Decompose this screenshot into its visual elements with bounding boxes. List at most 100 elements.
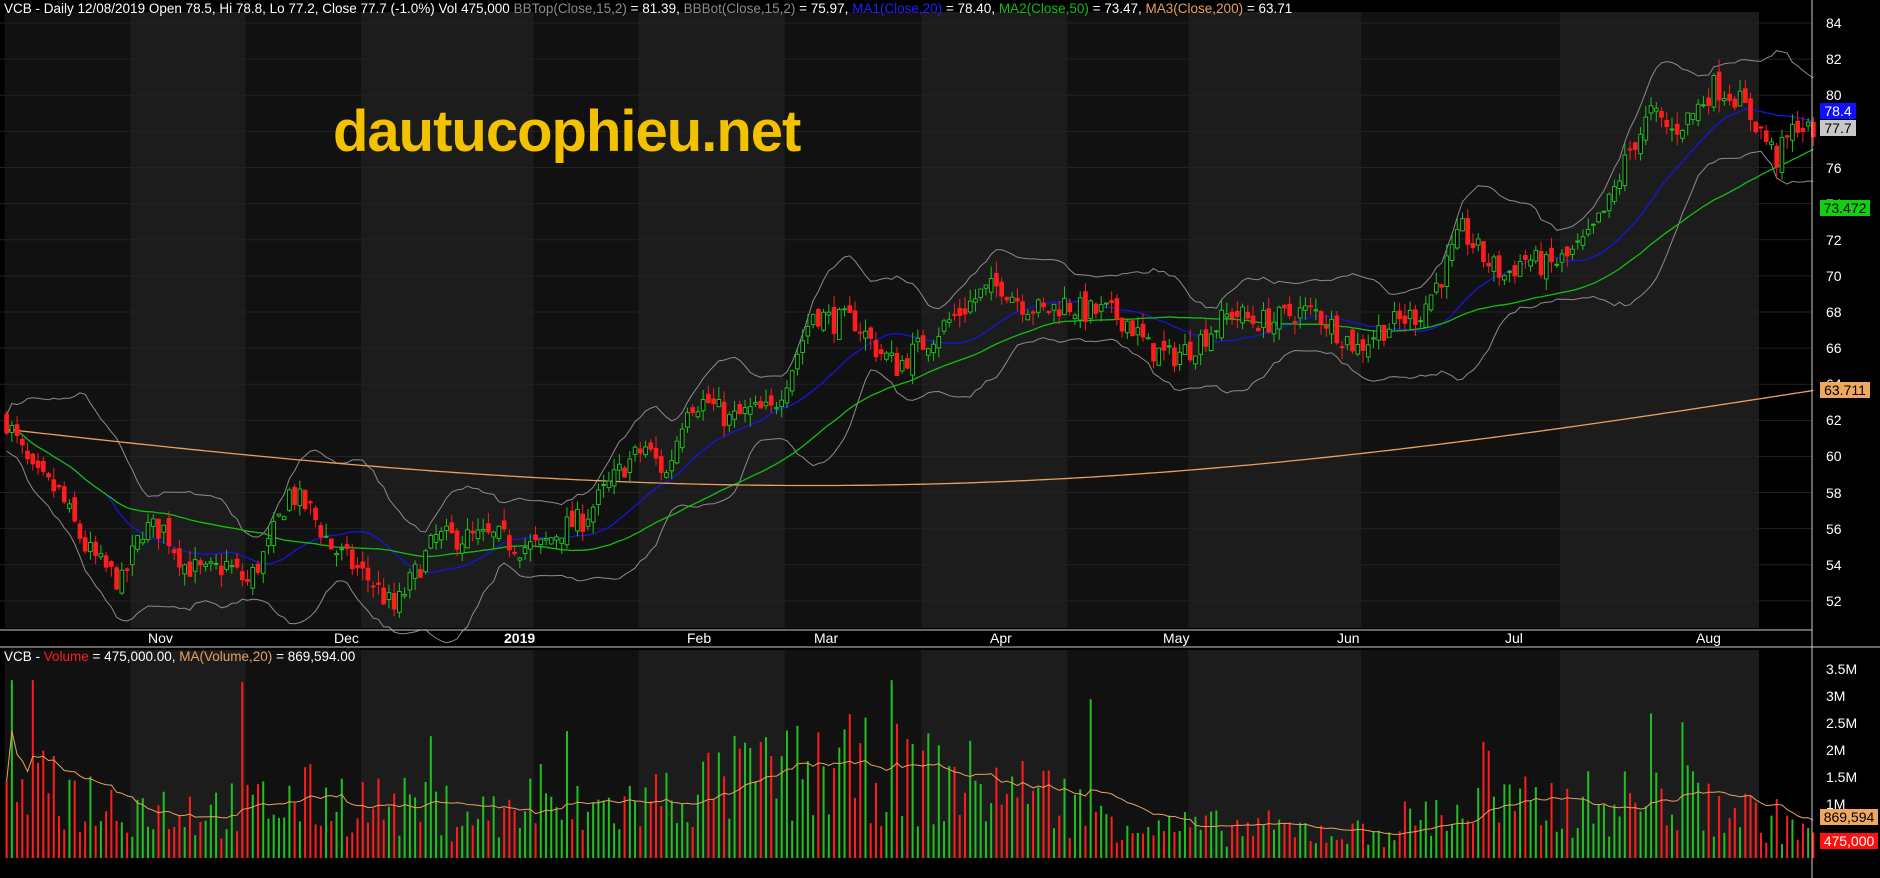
volume-bar	[712, 798, 715, 858]
volume-bar	[576, 786, 579, 858]
candle-body	[554, 536, 559, 541]
x-tick-label: 2019	[504, 630, 536, 646]
volume-bar	[1440, 815, 1443, 858]
volume-bar	[958, 814, 961, 858]
candle-body	[706, 393, 711, 403]
volume-bar	[330, 820, 333, 858]
volume-bar	[1665, 825, 1668, 858]
volume-bar	[681, 804, 684, 858]
candle-body	[1371, 337, 1376, 340]
volume-header: VCB - Volume = 475,000.00, MA(Volume,20)…	[4, 649, 355, 664]
candle-body	[56, 484, 62, 488]
candle-body	[318, 525, 324, 538]
candle-body	[732, 410, 737, 420]
candle-body	[1271, 321, 1277, 335]
candle-body	[412, 563, 418, 579]
candle-body	[1051, 303, 1057, 311]
volume-bar	[634, 801, 637, 858]
volume-bar	[471, 825, 474, 858]
volume-bar	[1540, 825, 1543, 858]
volume-bar	[1723, 832, 1726, 858]
volume-bar	[1252, 835, 1255, 858]
volume-bar	[1210, 811, 1213, 858]
volume-bar	[183, 827, 186, 858]
candle-body	[475, 529, 481, 540]
candle-body	[1015, 297, 1020, 302]
candle-body	[1172, 347, 1177, 367]
candle-body	[611, 469, 617, 487]
volume-bar	[366, 822, 369, 858]
candle-body	[601, 483, 606, 486]
volume-bar	[272, 814, 275, 858]
volume-bar	[843, 729, 846, 858]
volume-bar	[335, 811, 338, 858]
candle-body	[1083, 291, 1088, 322]
candle-body	[685, 412, 690, 428]
ma1-badge: 78.4	[1820, 103, 1856, 119]
volume-bar	[1702, 830, 1705, 858]
x-tick-label: May	[1163, 630, 1190, 646]
candle-body	[884, 352, 889, 360]
volume-bar	[827, 814, 830, 858]
candle-body	[1130, 320, 1135, 337]
candle-body	[1193, 355, 1198, 365]
volume-bar	[236, 831, 239, 858]
candle-body	[1287, 303, 1293, 317]
volume-bar	[1178, 831, 1181, 858]
volume-bar	[487, 820, 490, 858]
volume-bar	[1063, 778, 1066, 858]
candle-body	[245, 579, 250, 582]
candle-body	[72, 497, 78, 522]
candle-body	[370, 585, 376, 588]
candle-body	[182, 564, 188, 575]
volume-bar	[754, 781, 757, 858]
volume-bar	[1325, 842, 1328, 858]
candle-body	[1496, 255, 1502, 278]
volume-bar	[461, 825, 464, 858]
volume-bar	[225, 829, 228, 858]
volume-bar	[1670, 814, 1673, 858]
candle-body	[967, 300, 973, 313]
candle-body	[512, 551, 517, 555]
candle-body	[643, 446, 648, 456]
candle-body	[40, 461, 46, 472]
volume-bar	[1073, 794, 1076, 858]
candle-body	[1187, 341, 1193, 361]
candle-body	[1475, 238, 1481, 246]
candle-body	[1224, 313, 1230, 318]
volume-bar	[597, 799, 600, 858]
volume-bar	[796, 725, 799, 858]
volume-bar	[1765, 842, 1768, 858]
candle-body	[889, 352, 895, 356]
candle-body	[46, 473, 51, 478]
candle-body	[496, 525, 502, 540]
volume-bar	[1592, 823, 1595, 858]
volume-bar	[173, 827, 176, 858]
candle-body	[1638, 133, 1643, 155]
y-tick-label: 58	[1826, 484, 1842, 501]
candle-body	[1234, 310, 1240, 317]
volume-bar	[1362, 823, 1364, 858]
volume-bar	[1262, 825, 1265, 858]
volume-bar	[1393, 840, 1396, 858]
volume-bar	[895, 723, 898, 858]
candle-body	[208, 561, 214, 564]
volume-bar	[822, 766, 825, 858]
volume-bar	[1691, 771, 1694, 858]
candle-body	[1376, 325, 1382, 341]
volume-tick-label: 3.5M	[1826, 661, 1858, 678]
volume-bar	[220, 838, 223, 858]
candle-body	[585, 518, 591, 527]
candle-body	[533, 534, 538, 541]
candle-body	[1119, 317, 1125, 332]
volume-bar	[194, 835, 197, 858]
volume-bar	[665, 773, 668, 858]
volume-bar	[1650, 713, 1653, 858]
volume-bar	[1697, 782, 1700, 858]
volume-ma-label: MA(Volume,20)	[179, 649, 273, 664]
volume-bar	[539, 763, 542, 858]
candle-body	[308, 501, 313, 504]
volume-bar	[1760, 832, 1763, 858]
candle-body	[1381, 324, 1387, 341]
candle-body	[1538, 250, 1544, 276]
